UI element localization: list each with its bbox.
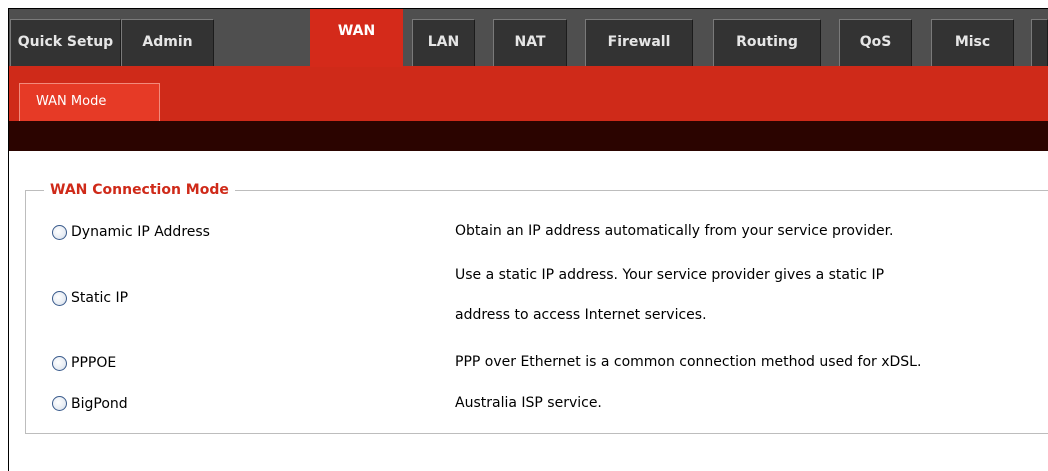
main-navigation: Quick Setup Admin WAN LAN NAT Firewall R… xyxy=(9,9,1048,67)
tab-wan[interactable]: WAN xyxy=(310,9,403,67)
dynamic-ip-description: Obtain an IP address automatically from … xyxy=(455,223,894,239)
tab-nat[interactable]: NAT xyxy=(493,19,567,66)
dynamic-ip-radio[interactable] xyxy=(52,225,67,240)
tab-quick-setup[interactable]: Quick Setup xyxy=(10,19,121,66)
bigpond-description: Australia ISP service. xyxy=(455,395,602,411)
pppoe-radio[interactable] xyxy=(52,356,67,371)
tab-firewall[interactable]: Firewall xyxy=(585,19,693,66)
bigpond-radio[interactable] xyxy=(52,396,67,411)
wan-connection-mode-legend: WAN Connection Mode xyxy=(50,182,229,198)
static-ip-radio[interactable] xyxy=(52,291,67,306)
pppoe-label: PPPOE xyxy=(71,355,117,371)
static-ip-label: Static IP xyxy=(71,290,129,306)
static-ip-description-line2: address to access Internet services. xyxy=(455,307,707,323)
divider-bar xyxy=(9,121,1048,151)
dynamic-ip-label: Dynamic IP Address xyxy=(71,224,210,240)
bigpond-label: BigPond xyxy=(71,396,128,412)
wan-connection-mode-group: WAN Connection Mode Dynamic IP Address O… xyxy=(25,182,1048,434)
subtab-wan-mode[interactable]: WAN Mode xyxy=(19,83,160,121)
tab-qos[interactable]: QoS xyxy=(839,19,912,66)
tab-overflow[interactable] xyxy=(1031,19,1048,66)
sub-navigation: WAN Mode xyxy=(9,66,1048,121)
static-ip-description-line1: Use a static IP address. Your service pr… xyxy=(455,267,885,283)
tab-misc[interactable]: Misc xyxy=(931,19,1014,66)
tab-routing[interactable]: Routing xyxy=(713,19,821,66)
pppoe-description: PPP over Ethernet is a common connection… xyxy=(455,354,922,370)
tab-admin[interactable]: Admin xyxy=(121,19,214,66)
tab-lan[interactable]: LAN xyxy=(412,19,475,66)
